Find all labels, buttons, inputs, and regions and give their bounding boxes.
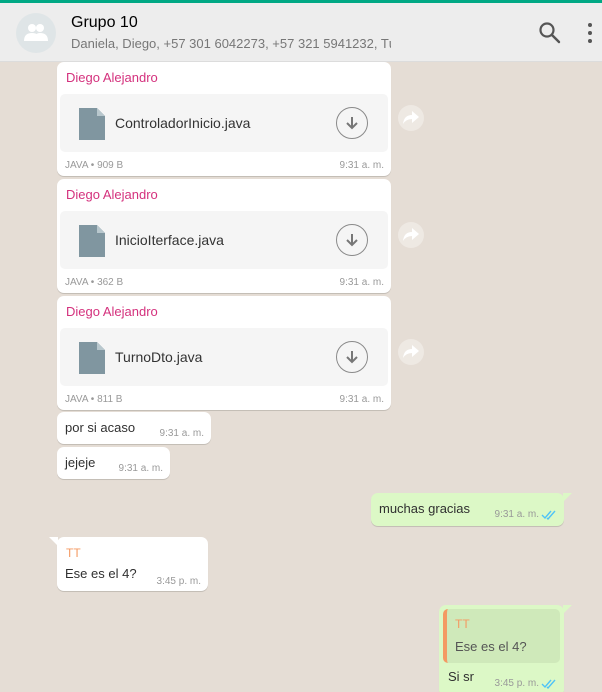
file-name: TurnoDto.java bbox=[115, 349, 203, 365]
download-button[interactable] bbox=[336, 107, 368, 139]
outgoing-reply-message[interactable]: TT Ese es el 4? Si sr 3:45 p. m. bbox=[439, 605, 572, 692]
file-meta: JAVA • 811 B bbox=[65, 394, 122, 405]
file-message[interactable]: Diego Alejandro TurnoDto.java JAVA • 811… bbox=[57, 296, 391, 410]
forward-icon bbox=[403, 228, 419, 241]
chat-header[interactable]: Grupo 10 Daniela, Diego, +57 301 6042273… bbox=[0, 3, 602, 62]
message-text: Si sr bbox=[448, 669, 474, 684]
message-time: 9:31 a. m. bbox=[159, 428, 204, 439]
forward-icon bbox=[403, 345, 419, 358]
file-meta: JAVA • 362 B bbox=[65, 277, 123, 288]
meta-separator: • bbox=[90, 277, 95, 288]
incoming-message[interactable]: jejeje 9:31 a. m. bbox=[57, 447, 170, 479]
message-text: jejeje bbox=[65, 455, 96, 470]
forward-button[interactable] bbox=[398, 105, 424, 131]
message-time: 9:31 a. m. bbox=[339, 277, 384, 288]
outgoing-message[interactable]: muchas gracias 9:31 a. m. bbox=[371, 493, 572, 526]
forward-button[interactable] bbox=[398, 222, 424, 248]
forward-button[interactable] bbox=[398, 339, 424, 365]
message-time: 9:31 a. m. bbox=[494, 509, 539, 520]
download-icon bbox=[346, 351, 358, 364]
download-icon bbox=[346, 117, 358, 130]
read-ticks-icon bbox=[541, 510, 556, 520]
message-text: muchas gracias bbox=[379, 501, 471, 516]
message-time: 3:45 p. m. bbox=[156, 576, 201, 587]
file-attachment[interactable]: InicioIterface.java bbox=[60, 211, 388, 269]
incoming-message[interactable]: TT Ese es el 4? 3:45 p. m. bbox=[49, 537, 208, 591]
file-type: JAVA bbox=[65, 277, 88, 288]
quoted-message[interactable]: TT Ese es el 4? bbox=[443, 609, 560, 663]
group-icon bbox=[24, 24, 48, 41]
file-attachment[interactable]: TurnoDto.java bbox=[60, 328, 388, 386]
file-type: JAVA bbox=[65, 394, 88, 405]
quoted-text: Ese es el 4? bbox=[455, 639, 527, 654]
bubble-tail bbox=[563, 493, 572, 502]
forward-icon bbox=[403, 111, 419, 124]
meta-separator: • bbox=[90, 394, 95, 405]
quoted-sender: TT bbox=[455, 617, 470, 631]
sender-name[interactable]: TT bbox=[66, 546, 81, 560]
document-icon bbox=[79, 108, 105, 140]
download-button[interactable] bbox=[336, 224, 368, 256]
bubble-tail bbox=[49, 537, 58, 546]
read-ticks-icon bbox=[541, 679, 556, 689]
meta-separator: • bbox=[90, 160, 95, 171]
download-icon bbox=[346, 234, 358, 247]
sender-name[interactable]: Diego Alejandro bbox=[66, 304, 158, 319]
file-attachment[interactable]: ControladorInicio.java bbox=[60, 94, 388, 152]
file-type: JAVA bbox=[65, 160, 88, 171]
message-time: 9:31 a. m. bbox=[339, 160, 384, 171]
menu-icon[interactable] bbox=[577, 20, 602, 46]
file-name: InicioIterface.java bbox=[115, 232, 224, 248]
file-message[interactable]: Diego Alejandro ControladorInicio.java J… bbox=[57, 62, 391, 176]
file-size: 909 B bbox=[97, 160, 124, 171]
message-time: 9:31 a. m. bbox=[118, 463, 163, 474]
message-text: Ese es el 4? bbox=[65, 566, 137, 581]
document-icon bbox=[79, 342, 105, 374]
file-message[interactable]: Diego Alejandro InicioIterface.java JAVA… bbox=[57, 179, 391, 293]
document-icon bbox=[79, 225, 105, 257]
message-time: 9:31 a. m. bbox=[339, 394, 384, 405]
file-size: 362 B bbox=[97, 277, 124, 288]
bubble-tail bbox=[563, 605, 572, 614]
message-list[interactable]: Diego Alejandro ControladorInicio.java J… bbox=[0, 62, 602, 692]
file-size: 811 B bbox=[97, 394, 123, 405]
incoming-message[interactable]: por si acaso 9:31 a. m. bbox=[57, 412, 211, 444]
sender-name[interactable]: Diego Alejandro bbox=[66, 187, 158, 202]
search-icon[interactable] bbox=[537, 20, 563, 46]
file-meta: JAVA • 909 B bbox=[65, 160, 123, 171]
download-button[interactable] bbox=[336, 341, 368, 373]
group-avatar[interactable] bbox=[16, 13, 56, 53]
chat-participants[interactable]: Daniela, Diego, +57 301 6042273, +57 321… bbox=[71, 36, 391, 51]
message-text: por si acaso bbox=[65, 420, 136, 435]
chat-title[interactable]: Grupo 10 bbox=[71, 14, 138, 32]
message-time: 3:45 p. m. bbox=[494, 678, 539, 689]
file-name: ControladorInicio.java bbox=[115, 115, 251, 131]
sender-name[interactable]: Diego Alejandro bbox=[66, 70, 158, 85]
